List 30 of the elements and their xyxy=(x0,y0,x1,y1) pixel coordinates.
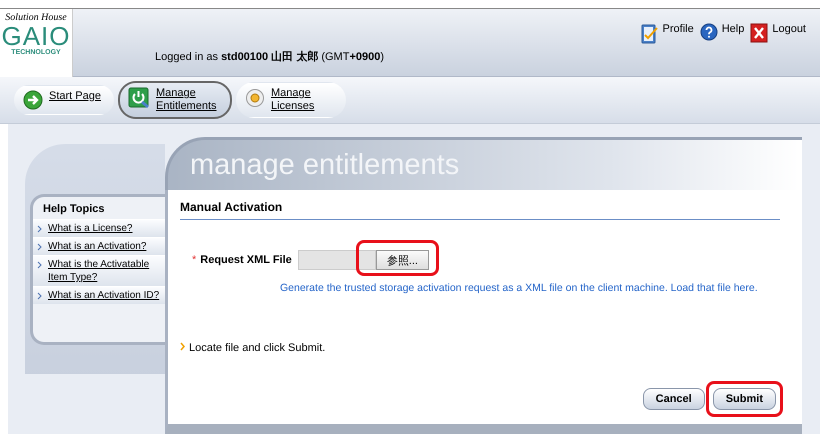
nav-tab[interactable]: Manage Licenses xyxy=(236,82,346,118)
cancel-button[interactable]: Cancel xyxy=(642,388,705,410)
browse-button[interactable]: 参照... xyxy=(376,250,429,270)
file-field[interactable] xyxy=(298,250,376,270)
chevron-icon xyxy=(180,342,185,351)
chevron-icon xyxy=(37,243,42,251)
submit-button[interactable]: Submit xyxy=(712,388,776,410)
help-link[interactable]: Help xyxy=(722,23,744,35)
field-label: Request XML File xyxy=(200,254,292,266)
page-title: manage entitlements xyxy=(165,137,802,190)
required-mark: * xyxy=(192,254,196,266)
nav-tab[interactable]: Start Page xyxy=(14,85,114,115)
profile-link[interactable]: Profile xyxy=(662,23,694,35)
logo-wordmark: GAIO xyxy=(1,23,70,49)
logo-script: Solution House xyxy=(5,12,67,23)
clipboard-icon xyxy=(640,23,659,45)
field-hint: Generate the trusted storage activation request as a XML file on the client machine. Load that file here. xyxy=(280,282,759,294)
disc-icon xyxy=(244,87,265,109)
logout-link[interactable]: Logout xyxy=(772,23,806,35)
nav-tab[interactable]: Manage Entitlements xyxy=(118,81,232,119)
close-icon xyxy=(750,23,768,43)
instruction-text: Locate file and click Submit. xyxy=(189,342,326,354)
help-title: Help Topics xyxy=(42,202,106,217)
help-icon xyxy=(700,23,718,41)
power-icon xyxy=(128,87,150,109)
section-title: Manual Activation xyxy=(180,200,780,220)
chevron-icon xyxy=(37,225,42,233)
chevron-icon xyxy=(37,261,42,269)
chevron-icon xyxy=(37,292,42,300)
login-status: Logged in as std00100 山田 太郎 (GMT+0900) xyxy=(155,50,384,64)
